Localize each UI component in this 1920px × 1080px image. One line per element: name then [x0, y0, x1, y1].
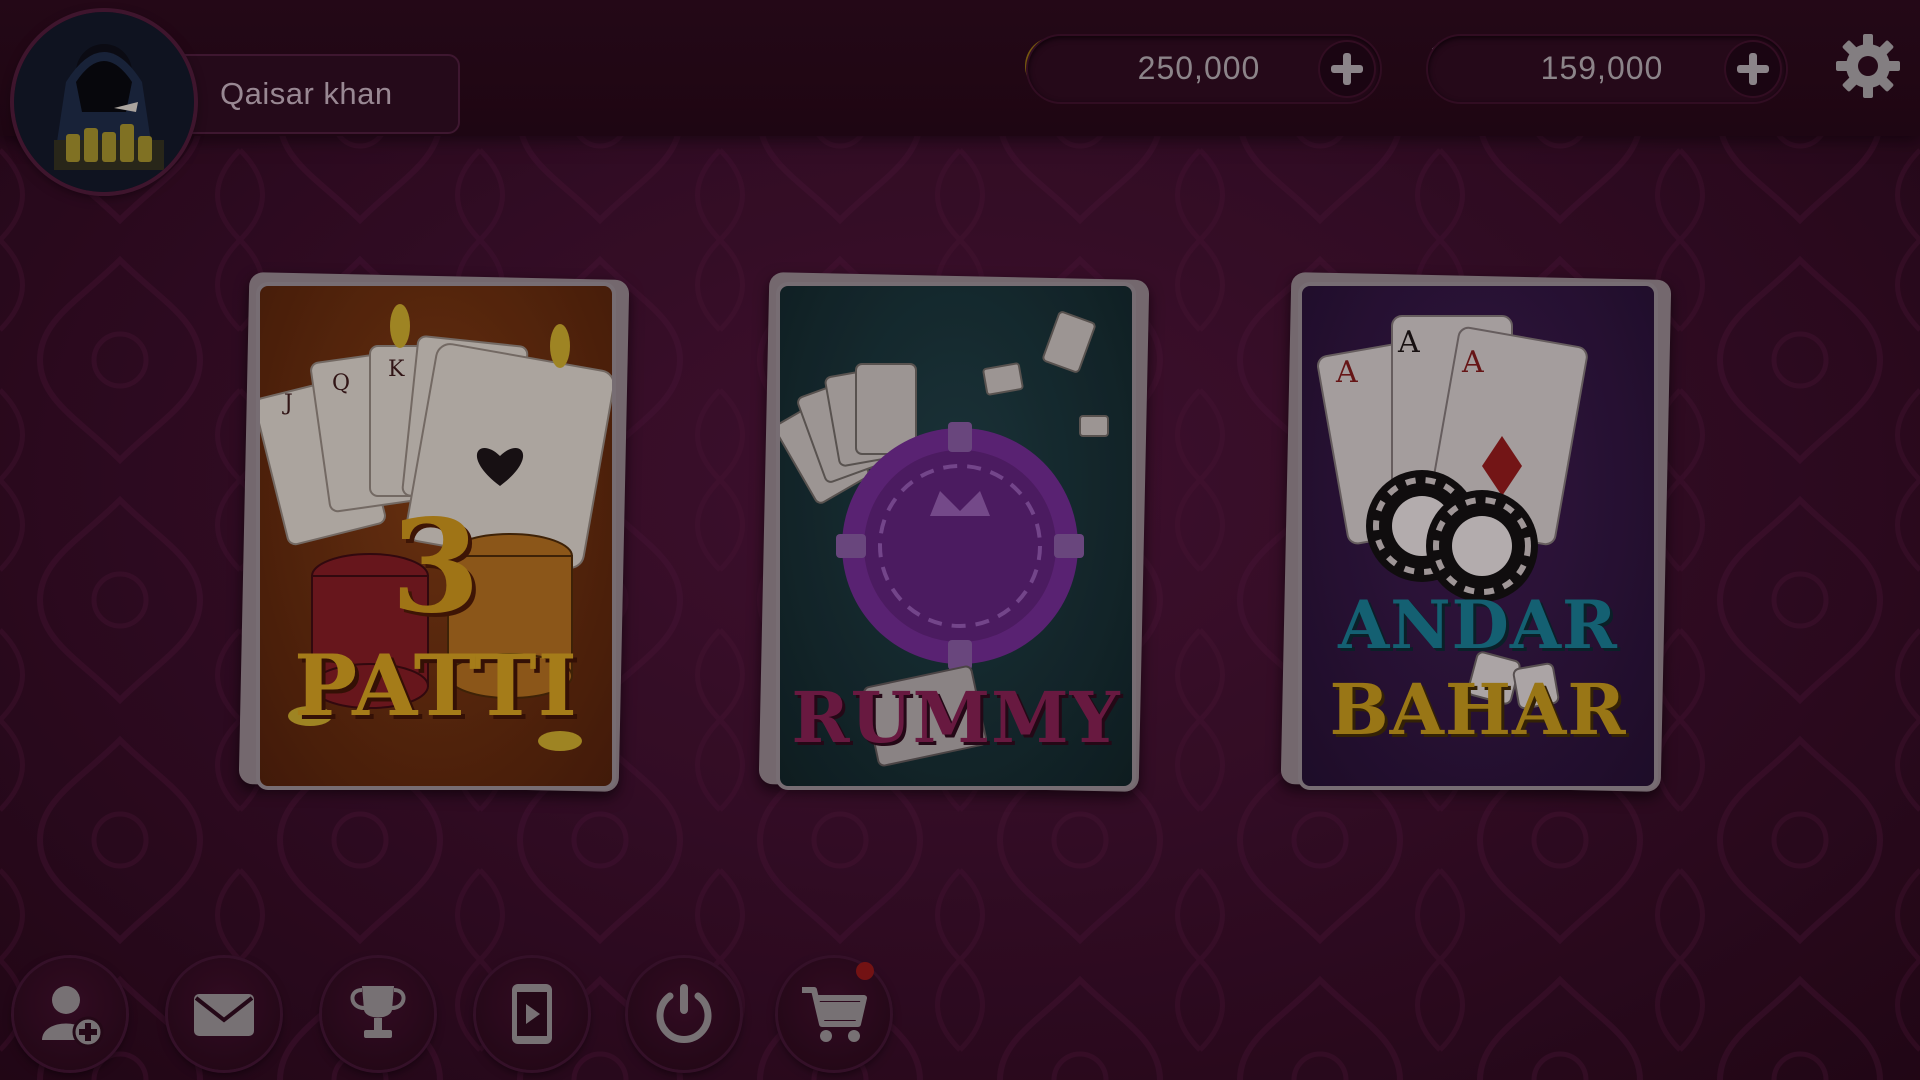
card-letter-k: K: [388, 357, 405, 382]
leaderboard-button[interactable]: [322, 958, 434, 1070]
chip-amount: 159,000: [1540, 50, 1664, 86]
coin-balance: 250,000: [1028, 36, 1380, 102]
logout-button[interactable]: [628, 958, 740, 1070]
card-letter-a2: A: [1397, 325, 1420, 360]
add-chips-button[interactable]: [1726, 42, 1780, 96]
game-card-3-patti[interactable]: J Q K 3 PATTI: [238, 272, 638, 796]
card-face: A A A ANDAR BAHAR: [1298, 282, 1658, 790]
avatar-image: [14, 12, 194, 192]
plus-icon: [1331, 53, 1363, 85]
shop-button[interactable]: [778, 958, 890, 1070]
settings-gear-icon[interactable]: [1832, 30, 1904, 102]
game-title-andar: ANDAR: [1338, 586, 1618, 664]
player-name-plate[interactable]: Qaisar khan: [180, 54, 460, 134]
cart-icon: [802, 987, 867, 1042]
card-letter-q: Q: [332, 371, 350, 396]
card-letter-a1: A: [1335, 355, 1358, 390]
game-title-patti: PATTI: [294, 636, 578, 735]
power-icon: [656, 984, 712, 1043]
card-letter-j: J: [282, 391, 293, 416]
mail-button[interactable]: [168, 958, 280, 1070]
add-friend-button[interactable]: [14, 958, 126, 1070]
chip-balance: 159,000: [1428, 36, 1786, 102]
card-letter-a3: A: [1461, 345, 1484, 380]
card-face: J Q K 3 PATTI: [256, 282, 616, 790]
game-title-bahar: BAHAR: [1329, 668, 1627, 751]
game-title-3: 3: [390, 492, 482, 642]
add-coins-button[interactable]: [1320, 42, 1374, 96]
mail-icon: [194, 994, 254, 1036]
player-avatar[interactable]: [14, 12, 194, 192]
player-name: Qaisar khan: [220, 76, 393, 111]
shop-notification-dot: [856, 962, 874, 980]
video-reward-button[interactable]: [476, 958, 588, 1070]
game-title-rummy: RUMMY: [791, 676, 1121, 759]
lobby-screen: Qaisar khan 250,000 159,000 J Q K 3 PATT…: [0, 0, 1920, 1080]
coin-amount: 250,000: [1137, 50, 1261, 86]
card-face: RUMMY: [776, 282, 1136, 790]
plus-icon: [1737, 53, 1769, 85]
add-friend-icon: [42, 986, 104, 1048]
trophy-icon: [350, 986, 406, 1038]
game-card-rummy[interactable]: RUMMY: [758, 272, 1158, 796]
video-icon: [512, 984, 552, 1044]
game-card-andar-bahar[interactable]: A A A ANDAR BAHAR: [1280, 272, 1680, 796]
